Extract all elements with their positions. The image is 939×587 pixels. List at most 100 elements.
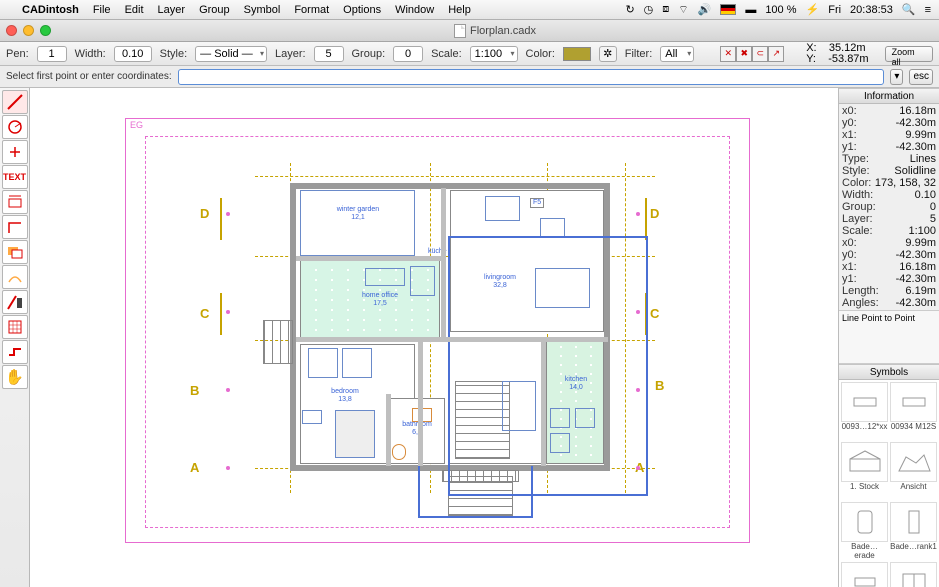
spotlight-icon[interactable]: 🔍	[902, 3, 916, 16]
zoom-all-button[interactable]: Zoom all	[885, 46, 933, 62]
tool-line[interactable]	[2, 90, 28, 114]
dim-c-left: C	[200, 306, 209, 321]
charging-icon: ⚡	[806, 3, 820, 16]
dropdown-icon[interactable]: ▾	[890, 69, 903, 85]
scale-label: Scale:	[431, 48, 462, 60]
tool-wall[interactable]	[2, 340, 28, 364]
toolbox: TEXT ✋	[0, 88, 30, 587]
group-value[interactable]: 0	[393, 46, 423, 62]
dim-a-left: A	[190, 460, 199, 475]
command-input[interactable]	[178, 69, 885, 85]
dim-d-left: D	[200, 206, 209, 221]
tool-delete[interactable]	[2, 290, 28, 314]
snap-cross-icon[interactable]: ✕	[720, 46, 736, 62]
command-prompt: Select first point or enter coordinates:	[6, 71, 172, 82]
bluetooth-icon: ⧈	[662, 3, 669, 16]
clock-day: Fri	[828, 4, 841, 16]
wifi-icon: ⌔	[678, 3, 688, 17]
menubar-status: ↻ ◷ ⧈ ⌔ 🔊 ▬ 100 % ⚡ Fri 20:38:53 🔍 ≡	[625, 3, 931, 17]
filter-label: Filter:	[625, 48, 653, 60]
symbol-item[interactable]	[841, 562, 888, 587]
symbol-item[interactable]	[841, 442, 888, 482]
symbol-item[interactable]	[890, 562, 937, 587]
menu-format[interactable]: Format	[294, 4, 329, 16]
symbol-item[interactable]	[890, 442, 937, 482]
filter-select[interactable]: All	[660, 46, 694, 62]
pen-label: Pen:	[6, 48, 29, 60]
color-label: Color:	[526, 48, 555, 60]
symbol-item[interactable]	[841, 382, 888, 422]
command-prompt-row: Select first point or enter coordinates:…	[0, 66, 939, 88]
zoom-button[interactable]	[40, 25, 51, 36]
color-swatch[interactable]	[563, 47, 591, 61]
tool-hatch[interactable]	[2, 315, 28, 339]
tool-circle[interactable]	[2, 115, 28, 139]
menu-file[interactable]: File	[93, 4, 111, 16]
pen-value[interactable]: 1	[37, 46, 67, 62]
tool-measure[interactable]	[2, 265, 28, 289]
right-panels: Information x0:16.18m y0:-42.30m x1:9.99…	[839, 88, 939, 587]
marker-f5: F5	[530, 198, 544, 208]
snap-magnet-icon[interactable]: ⊂	[752, 46, 768, 62]
dim-c-right: C	[650, 306, 659, 321]
snap-arrow-icon[interactable]: ↗	[768, 46, 784, 62]
app-menu[interactable]: CADintosh	[22, 4, 79, 16]
document-icon	[454, 24, 466, 38]
room-office-label: home office 17,5	[350, 292, 410, 308]
sync-icon: ↻	[625, 3, 634, 16]
room-bath-label: bathroom 6,0	[392, 421, 442, 437]
width-label: Width:	[75, 48, 106, 60]
symbol-item[interactable]	[890, 502, 937, 542]
settings-icon[interactable]: ✲	[599, 46, 617, 62]
input-flag-icon[interactable]	[720, 4, 736, 15]
battery-icon: ▬	[745, 4, 756, 16]
menu-layer[interactable]: Layer	[158, 4, 186, 16]
menu-window[interactable]: Window	[395, 4, 434, 16]
tool-text[interactable]: TEXT	[2, 165, 28, 189]
menu-help[interactable]: Help	[448, 4, 471, 16]
group-label: Group:	[352, 48, 386, 60]
options-bar: Pen: 1 Width: 0.10 Style: — Solid — Laye…	[0, 42, 939, 66]
info-body: x0:16.18m y0:-42.30m x1:9.99m y1:-42.30m…	[839, 104, 939, 310]
clock-time: 20:38:53	[850, 4, 893, 16]
battery-percent: 100 %	[765, 4, 796, 16]
dim-b-right: B	[655, 378, 664, 393]
timemachine-icon: ◷	[644, 3, 654, 16]
width-value[interactable]: 0.10	[114, 46, 152, 62]
style-label: Style:	[160, 48, 188, 60]
layer-eg-label: EG	[130, 120, 143, 130]
window-controls	[6, 25, 51, 36]
tool-dimension[interactable]	[2, 190, 28, 214]
dim-b-left: B	[190, 383, 199, 398]
tool-pan[interactable]: ✋	[2, 365, 28, 389]
menubar: CADintosh File Edit Layer Group Symbol F…	[0, 0, 939, 20]
layer-value[interactable]: 5	[314, 46, 344, 62]
symbols-body: 0093…12*xx 00934 M12S 1. Stock Ansicht B…	[839, 380, 939, 587]
style-select[interactable]: — Solid —	[195, 46, 267, 62]
scale-select[interactable]: 1:100	[470, 46, 518, 62]
close-button[interactable]	[6, 25, 17, 36]
menu-group[interactable]: Group	[199, 4, 230, 16]
dim-d-right: D	[650, 206, 659, 221]
menu-symbol[interactable]: Symbol	[244, 4, 281, 16]
tool-trim[interactable]	[2, 140, 28, 164]
tool-layer[interactable]	[2, 240, 28, 264]
menu-options[interactable]: Options	[343, 4, 381, 16]
layer-label: Layer:	[275, 48, 306, 60]
minimize-button[interactable]	[23, 25, 34, 36]
menu-edit[interactable]: Edit	[125, 4, 144, 16]
symbol-item[interactable]	[890, 382, 937, 422]
esc-button[interactable]: esc	[909, 69, 933, 85]
volume-icon: 🔊	[698, 3, 712, 16]
room-wintergarden-label: winter garden 12,1	[328, 206, 388, 222]
tool-corner[interactable]	[2, 215, 28, 239]
symbol-item[interactable]	[841, 502, 888, 542]
symbols-header: Symbols	[839, 364, 939, 380]
info-header: Information	[839, 88, 939, 104]
drawing-canvas[interactable]: EG D C B A D C B A	[30, 88, 839, 587]
notification-icon[interactable]: ≡	[925, 4, 931, 16]
document-title: Florplan.cadx	[57, 24, 933, 38]
snap-x-icon[interactable]: ✖	[736, 46, 752, 62]
snap-modes: ✕ ✖ ⊂ ↗	[720, 46, 784, 62]
info-message: Line Point to Point	[839, 310, 939, 364]
